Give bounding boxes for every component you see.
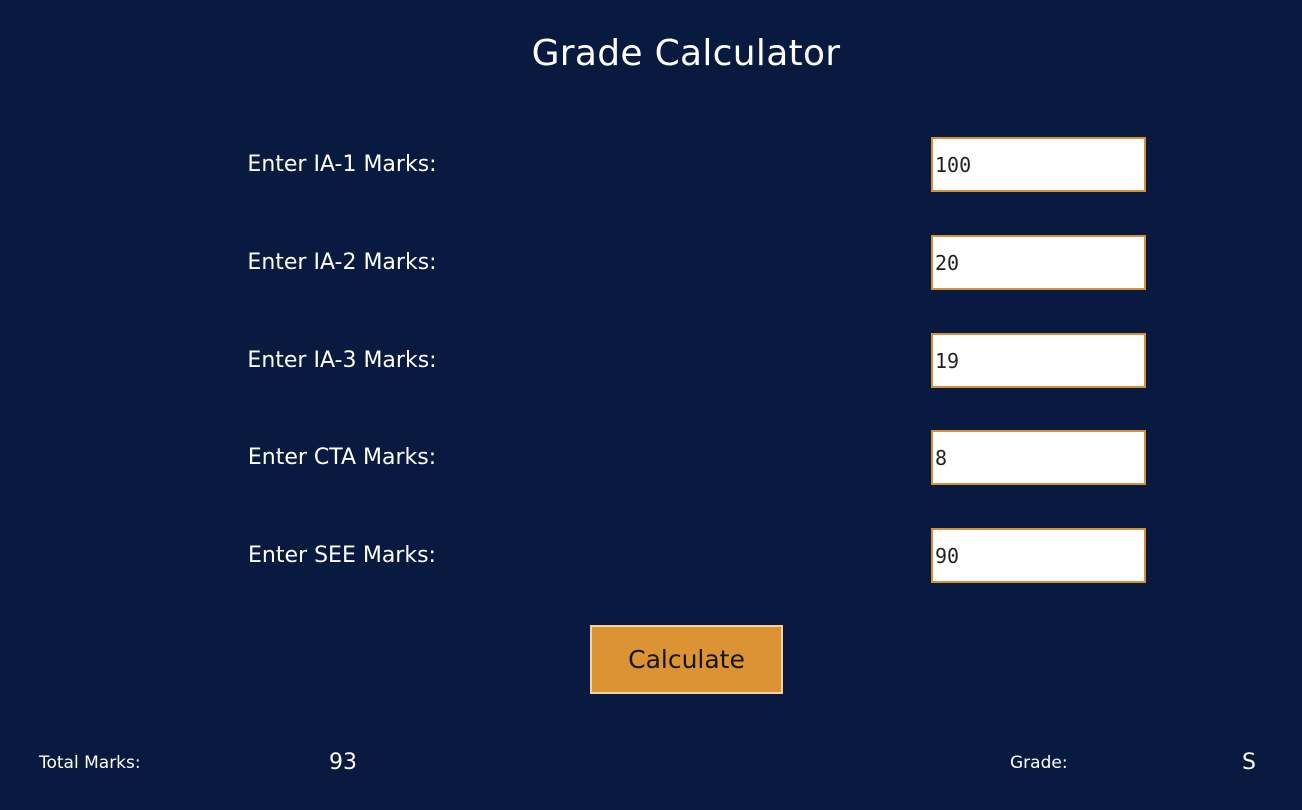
ia1-input[interactable] [931, 137, 1146, 192]
ia2-input[interactable] [931, 235, 1146, 290]
see-label: Enter SEE Marks: [248, 543, 436, 568]
ia1-label: Enter IA-1 Marks: [247, 152, 437, 177]
cta-label: Enter CTA Marks: [247, 445, 437, 470]
ia2-label: Enter IA-2 Marks: [247, 250, 437, 275]
total-marks-value: 93 [329, 750, 357, 775]
ia3-label: Enter IA-3 Marks: [247, 348, 437, 373]
grade-label: Grade: [1010, 753, 1068, 773]
see-input[interactable] [931, 528, 1146, 583]
ia3-input[interactable] [931, 333, 1146, 388]
calculate-button[interactable]: Calculate [590, 625, 783, 694]
page-title: Grade Calculator [531, 33, 841, 74]
cta-input[interactable] [931, 430, 1146, 485]
grade-value: S [1242, 750, 1256, 775]
total-marks-label: Total Marks: [39, 753, 141, 773]
